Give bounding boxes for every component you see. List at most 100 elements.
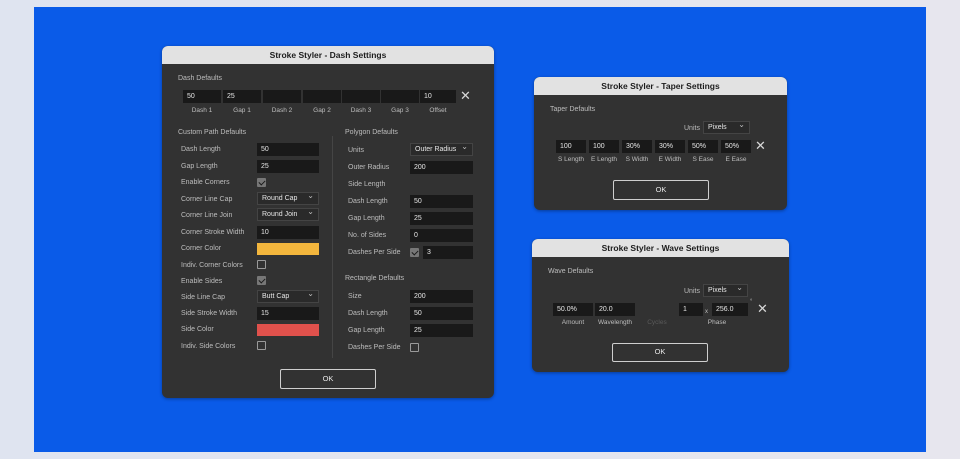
wave-settings-dialog: Stroke Styler - Wave Settings Wave Defau… xyxy=(532,239,789,372)
indiv-corner-checkbox[interactable] xyxy=(257,260,266,269)
gap2-caption: Gap 2 xyxy=(313,107,331,114)
offset-field[interactable]: 10 xyxy=(420,90,456,103)
degree-symbol: ° xyxy=(750,299,753,305)
rect-dash-length-field[interactable]: 50 xyxy=(410,307,473,320)
gap3-field[interactable] xyxy=(381,90,419,103)
poly-dash-length-field[interactable]: 50 xyxy=(410,195,473,208)
enable-sides-checkbox[interactable] xyxy=(257,276,266,285)
indiv-side-checkbox[interactable] xyxy=(257,341,266,350)
amount-caption: Amount xyxy=(561,319,585,326)
corner-cap-select[interactable]: Round Cap xyxy=(257,192,319,205)
taper-settings-dialog: Stroke Styler - Taper Settings Taper Def… xyxy=(534,77,787,210)
corner-cap-label: Corner Line Cap xyxy=(181,196,233,203)
dash2-field[interactable] xyxy=(263,90,301,103)
enable-corners-checkbox[interactable] xyxy=(257,178,266,187)
taper-defaults-heading: Taper Defaults xyxy=(550,106,596,113)
s-ease-caption: S Ease xyxy=(692,156,714,163)
e-width-field[interactable]: 30% xyxy=(655,140,685,153)
rect-dash-length-label: Dash Length xyxy=(348,310,388,317)
rect-gap-length-field[interactable]: 25 xyxy=(410,324,473,337)
poly-dps-field[interactable]: 3 xyxy=(423,246,473,259)
dash-settings-dialog: Stroke Styler - Dash Settings Dash Defau… xyxy=(162,46,494,398)
sides-field[interactable]: 0 xyxy=(410,229,473,242)
corner-color-swatch[interactable] xyxy=(257,243,319,255)
e-length-field[interactable]: 100 xyxy=(589,140,619,153)
side-color-swatch[interactable] xyxy=(257,324,319,336)
corner-width-field[interactable]: 10 xyxy=(257,226,319,239)
cp-dash-length-label: Dash Length xyxy=(181,146,221,153)
rectangle-heading: Rectangle Defaults xyxy=(345,275,405,282)
close-icon[interactable]: ✕ xyxy=(755,139,766,152)
poly-gap-length-label: Gap Length xyxy=(348,215,385,222)
taper-units-select[interactable]: Pixels xyxy=(703,121,750,134)
cp-dash-length-field[interactable]: 50 xyxy=(257,143,319,156)
custom-path-heading: Custom Path Defaults xyxy=(178,129,247,136)
outer-radius-field[interactable]: 200 xyxy=(410,161,473,174)
close-icon[interactable]: ✕ xyxy=(460,89,471,102)
cycles-caption: Cycles xyxy=(647,319,667,326)
e-width-caption: E Width xyxy=(658,156,682,163)
rect-gap-length-label: Gap Length xyxy=(348,327,385,334)
polygon-heading: Polygon Defaults xyxy=(345,129,398,136)
side-color-label: Side Color xyxy=(181,326,214,333)
wavelength-field[interactable]: 20.0 xyxy=(595,303,635,316)
rect-size-field[interactable]: 200 xyxy=(410,290,473,303)
e-ease-field[interactable]: 50% xyxy=(721,140,751,153)
indiv-side-label: Indiv. Side Colors xyxy=(181,343,236,350)
poly-dps-label: Dashes Per Side xyxy=(348,249,401,256)
rect-dps-checkbox[interactable] xyxy=(410,343,419,352)
indiv-corner-label: Indiv. Corner Colors xyxy=(181,262,243,269)
poly-dash-length-label: Dash Length xyxy=(348,198,388,205)
gap1-field[interactable]: 25 xyxy=(223,90,261,103)
rect-dps-label: Dashes Per Side xyxy=(348,344,401,351)
poly-dps-checkbox[interactable] xyxy=(410,248,419,257)
dialog-title: Stroke Styler - Wave Settings xyxy=(532,239,789,257)
dash2-caption: Dash 2 xyxy=(271,107,293,114)
wave-defaults-heading: Wave Defaults xyxy=(548,268,594,275)
corner-width-label: Corner Stroke Width xyxy=(181,229,245,236)
poly-gap-length-field[interactable]: 25 xyxy=(410,212,473,225)
side-length-label: Side Length xyxy=(348,181,386,188)
enable-sides-label: Enable Sides xyxy=(181,278,223,285)
dialog-title: Stroke Styler - Taper Settings xyxy=(534,77,787,95)
gap3-caption: Gap 3 xyxy=(391,107,409,114)
offset-caption: Offset xyxy=(429,107,447,114)
e-ease-caption: E Ease xyxy=(725,156,747,163)
column-divider xyxy=(332,136,333,358)
s-width-caption: S Width xyxy=(625,156,649,163)
phase-multiplier-field[interactable]: 1 xyxy=(679,303,703,316)
side-width-label: Side Stroke Width xyxy=(181,310,238,317)
side-cap-label: Side Line Cap xyxy=(181,294,225,301)
dash1-caption: Dash 1 xyxy=(191,107,213,114)
cp-gap-length-field[interactable]: 25 xyxy=(257,160,319,173)
s-ease-field[interactable]: 50% xyxy=(688,140,718,153)
phase-degrees-field[interactable]: 256.0 xyxy=(712,303,748,316)
dash1-field[interactable]: 50 xyxy=(183,90,221,103)
s-length-field[interactable]: 100 xyxy=(556,140,586,153)
s-width-field[interactable]: 30% xyxy=(622,140,652,153)
dialog-title: Stroke Styler - Dash Settings xyxy=(162,46,494,64)
gap1-caption: Gap 1 xyxy=(233,107,251,114)
taper-units-label: Units xyxy=(684,125,700,132)
phase-x-label: x xyxy=(705,309,708,315)
gap2-field[interactable] xyxy=(303,90,341,103)
ok-button[interactable]: OK xyxy=(280,369,376,389)
side-cap-select[interactable]: Butt Cap xyxy=(257,290,319,303)
dash3-caption: Dash 3 xyxy=(350,107,372,114)
phase-caption: Phase xyxy=(707,319,727,326)
dash3-field[interactable] xyxy=(342,90,380,103)
wave-units-select[interactable]: Pixels xyxy=(703,284,748,297)
enable-corners-label: Enable Corners xyxy=(181,179,230,186)
corner-join-label: Corner Line Join xyxy=(181,212,233,219)
outer-radius-label: Outer Radius xyxy=(348,164,390,171)
side-width-field[interactable]: 15 xyxy=(257,307,319,320)
ok-button[interactable]: OK xyxy=(613,180,709,200)
amount-field[interactable]: 50.0% xyxy=(553,303,593,316)
ok-button[interactable]: OK xyxy=(612,343,708,362)
e-length-caption: E Length xyxy=(590,156,618,163)
corner-join-select[interactable]: Round Join xyxy=(257,208,319,221)
corner-color-label: Corner Color xyxy=(181,245,222,252)
cp-gap-length-label: Gap Length xyxy=(181,163,218,170)
close-icon[interactable]: ✕ xyxy=(757,302,768,315)
poly-units-select[interactable]: Outer Radius xyxy=(410,143,473,156)
